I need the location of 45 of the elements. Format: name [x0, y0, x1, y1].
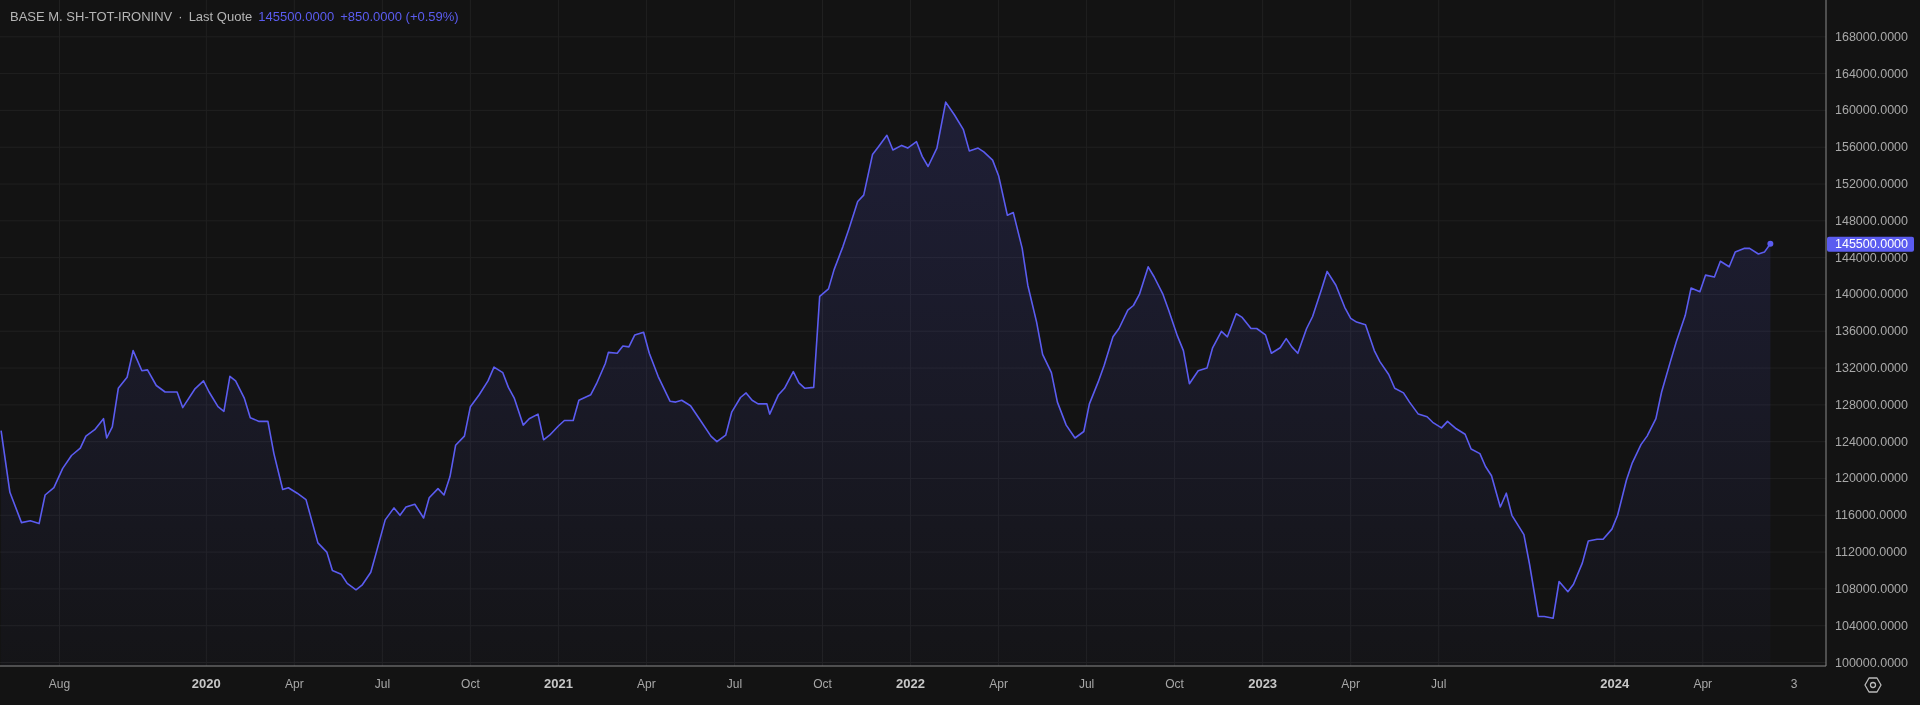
price-change: +850.0000 (+0.59%) [340, 9, 459, 24]
y-axis-label: 104000.0000 [1835, 618, 1908, 633]
x-axis-label: Apr [637, 677, 656, 691]
x-axis-label: 2024 [1600, 676, 1630, 691]
y-axis-label: 148000.0000 [1835, 213, 1908, 228]
y-axis-label: 140000.0000 [1835, 287, 1908, 302]
x-axis-label: Jul [1431, 677, 1447, 691]
x-axis-label: Aug [48, 677, 71, 691]
x-axis-label: Apr [989, 677, 1008, 691]
separator-dot: · [178, 9, 183, 24]
symbol-name: BASE M. SH-TOT-IRONINV [10, 9, 173, 24]
last-price: 145500.0000 [258, 9, 335, 24]
y-axis-label: 164000.0000 [1835, 66, 1908, 81]
x-axis-label: Apr [1693, 677, 1713, 691]
y-axis-label: 160000.0000 [1835, 103, 1908, 118]
y-axis-label: 136000.0000 [1835, 324, 1908, 339]
x-axis-label: Oct [461, 677, 480, 691]
x-axis-label: 3 [1790, 677, 1798, 691]
x-axis-label: 2023 [1248, 676, 1278, 691]
x-axis-label: 2022 [896, 676, 925, 691]
x-axis-label: Jul [726, 677, 743, 691]
y-axis-label: 144000.0000 [1835, 250, 1908, 265]
y-axis-label: 124000.0000 [1835, 434, 1908, 449]
x-axis-label: Jul [374, 677, 391, 691]
x-axis-label: 2020 [191, 676, 221, 691]
y-axis-label: 152000.0000 [1835, 177, 1908, 192]
quote-type: Last Quote [188, 9, 253, 24]
last-point-marker [1767, 240, 1774, 247]
x-axis-label: Apr [1341, 677, 1360, 691]
y-axis-label: 112000.0000 [1835, 545, 1908, 560]
settings-icon[interactable] [1864, 677, 1882, 693]
y-axis-label: 116000.0000 [1835, 508, 1908, 523]
x-axis-label: Oct [1165, 677, 1184, 691]
y-axis-label: 156000.0000 [1835, 140, 1908, 155]
y-axis-label: 132000.0000 [1835, 361, 1908, 376]
y-axis-label: 100000.0000 [1835, 655, 1908, 670]
x-axis-label: 2021 [543, 676, 573, 691]
price-badge: 145500.0000 [1827, 236, 1914, 252]
x-axis-label: Jul [1078, 677, 1095, 691]
x-axis-label: Oct [813, 677, 832, 691]
y-axis-label: 168000.0000 [1835, 29, 1908, 44]
y-axis-label: 108000.0000 [1835, 581, 1908, 596]
y-axis-label: 120000.0000 [1835, 471, 1908, 486]
x-axis-label: Apr [285, 677, 304, 691]
y-axis-label: 128000.0000 [1835, 397, 1908, 412]
